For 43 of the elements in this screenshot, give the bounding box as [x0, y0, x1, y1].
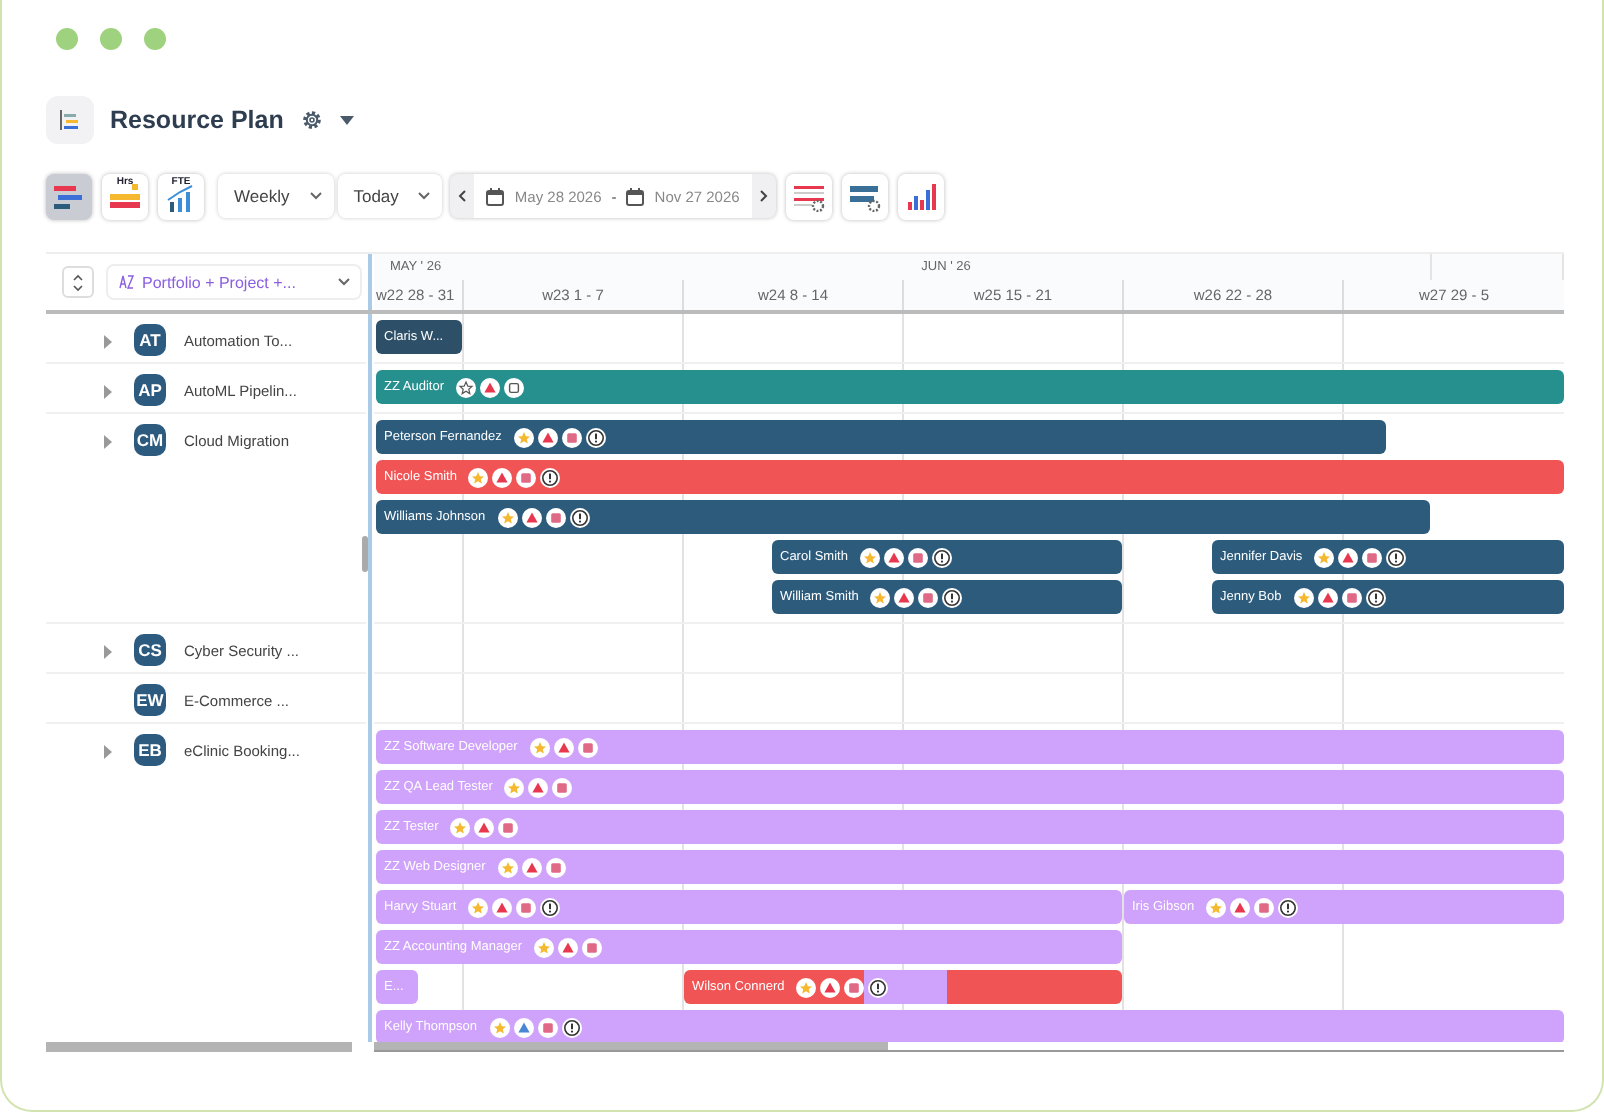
page-title: Resource Plan	[110, 106, 284, 134]
report-chart-button[interactable]	[897, 173, 944, 219]
heatmap-icon	[108, 179, 142, 213]
chevron-down-icon	[418, 192, 431, 200]
expand-arrow-icon[interactable]	[100, 334, 116, 350]
project-avatar: CS	[134, 634, 166, 666]
app-icon	[46, 96, 94, 144]
project-avatar: AP	[134, 374, 166, 406]
chevron-down-icon	[309, 192, 322, 200]
period-dropdown[interactable]: Weekly	[218, 174, 334, 218]
scrollbar[interactable]	[374, 1042, 888, 1050]
rows-settings-icon	[847, 181, 882, 211]
expand-arrow-icon[interactable]	[100, 434, 116, 450]
view-button[interactable]	[46, 173, 92, 219]
sort-icon	[118, 274, 134, 290]
calendar-icon	[486, 187, 505, 205]
window-dot[interactable]	[56, 28, 78, 50]
project-avatar: EB	[134, 734, 166, 766]
project-avatar: AT	[134, 324, 166, 356]
expand-collapse-button[interactable]	[62, 266, 94, 298]
bar-chart-icon	[903, 181, 938, 211]
calendar-icon	[626, 187, 645, 205]
project-avatar: CM	[134, 424, 166, 456]
settings-rows-button[interactable]	[841, 173, 888, 219]
chevron-left-icon	[458, 190, 467, 202]
settings-icon[interactable]	[299, 108, 324, 132]
up-down-icon	[72, 273, 84, 291]
expand-arrow-icon[interactable]	[100, 744, 116, 760]
settings-bars-button[interactable]	[785, 173, 832, 219]
window-dot[interactable]	[144, 28, 166, 50]
bars-settings-icon	[791, 181, 826, 211]
scrollbar[interactable]	[46, 1042, 352, 1052]
project-avatar: EW	[134, 684, 166, 716]
today-dropdown[interactable]: Today	[337, 174, 443, 218]
expand-arrow-icon[interactable]	[100, 384, 116, 400]
grouping-dropdown[interactable]: Portfolio + Project +...	[106, 264, 362, 300]
expand-arrow-icon[interactable]	[100, 644, 116, 660]
chevron-down-icon	[338, 278, 350, 286]
chevron-right-icon	[759, 190, 768, 202]
window-dot[interactable]	[100, 28, 122, 50]
growth-chart-icon	[164, 179, 198, 213]
resize-handle[interactable]	[362, 536, 368, 572]
caret-icon[interactable]	[339, 115, 354, 125]
